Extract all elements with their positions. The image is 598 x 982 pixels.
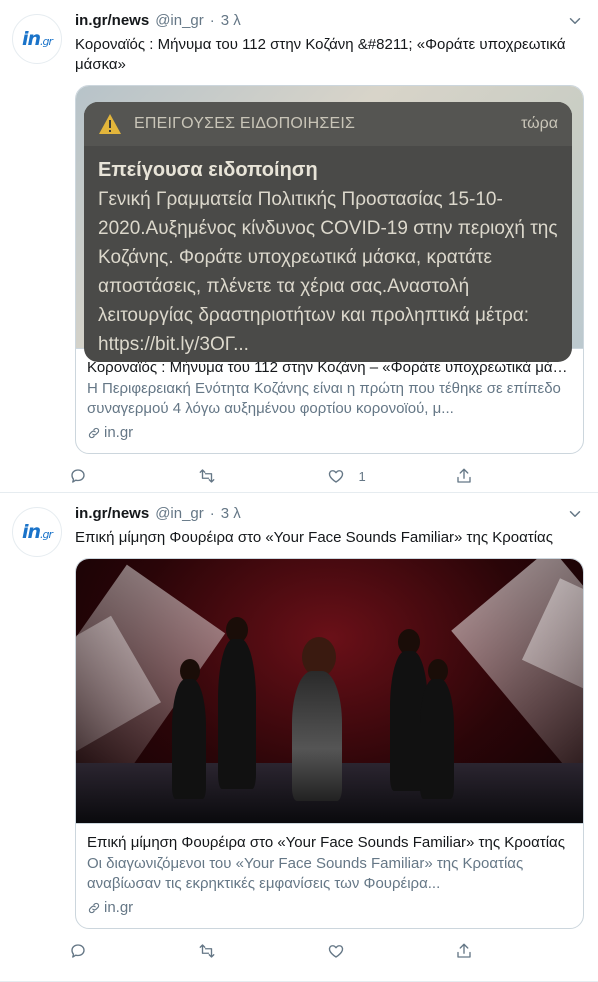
reply-button[interactable] (69, 454, 198, 498)
avatar[interactable]: in.gr (12, 507, 62, 557)
tweet-time[interactable]: 3 λ (221, 505, 241, 522)
dancer (172, 679, 206, 799)
link-card[interactable]: Επική μίμηση Φουρέιρα στο «Your Face Sou… (75, 558, 584, 929)
card-image (76, 559, 583, 823)
author-name[interactable]: in.gr/news (75, 505, 149, 522)
link-icon (88, 427, 100, 439)
card-body: Επική μίμηση Φουρέιρα στο «Your Face Sou… (76, 823, 583, 928)
share-icon (457, 943, 471, 958)
alert-body: Γενική Γραμματεία Πολιτικής Προστασίας 1… (98, 189, 558, 355)
tweet-text: Κοροναϊός : Μήνυμα του 112 στην Κοζάνη &… (75, 36, 566, 73)
avatar[interactable]: in.gr (12, 14, 62, 64)
retweet-icon (199, 944, 215, 958)
share-icon (457, 468, 471, 483)
card-image: ΕΠΕΙΓΟΥΣΕΣ ΕΙΔΟΠΟΙΗΣΕΙΣ τώρα Επείγουσα ε… (76, 86, 583, 362)
link-icon (88, 902, 100, 914)
separator-dot: · (209, 505, 215, 522)
author-handle[interactable]: @in_gr (155, 505, 204, 522)
chevron-down-icon[interactable] (566, 12, 584, 30)
like-button[interactable] (327, 929, 456, 973)
tweet-header: in.gr/news @in_gr · 3 λ (75, 12, 584, 34)
tweet-time[interactable]: 3 λ (221, 12, 241, 29)
card-domain: in.gr (87, 898, 572, 918)
share-button[interactable] (455, 454, 584, 498)
reply-icon (71, 944, 85, 958)
tweet-header: in.gr/news @in_gr · 3 λ (75, 505, 584, 527)
like-count: 1 (358, 468, 366, 484)
retweet-button[interactable] (198, 454, 327, 498)
alert-text: Επείγουσα ειδοποίηση Γενική Γραμματεία Π… (98, 156, 558, 359)
like-icon (328, 945, 343, 958)
card-body: Κοροναϊός : Μήνυμα του 112 στην Κοζάνη –… (76, 348, 583, 453)
author-name[interactable]: in.gr/news (75, 12, 149, 29)
dancer (218, 639, 256, 789)
ingr-logo: in.gr (21, 521, 53, 543)
dancer (420, 679, 454, 799)
tweet-actions: 1 (69, 454, 584, 498)
reply-icon (71, 469, 85, 483)
tweet-text: Επική μίμηση Φουρέιρα στο «Your Face Sou… (75, 529, 553, 546)
warning-icon (99, 114, 121, 134)
tweet-actions (69, 929, 584, 973)
like-button[interactable]: 1 (327, 454, 456, 498)
alert-header-time: τώρα (521, 115, 558, 132)
separator-dot: · (209, 12, 215, 29)
card-title[interactable]: Επική μίμηση Φουρέιρα στο «Your Face Sou… (87, 833, 572, 853)
alert-header: ΕΠΕΙΓΟΥΣΕΣ ΕΙΔΟΠΟΙΗΣΕΙΣ τώρα (84, 102, 572, 146)
tweet[interactable]: in.gr in.gr/news @in_gr · 3 λ Κοροναϊός … (0, 0, 598, 493)
card-domain-text: in.gr (104, 424, 134, 441)
emergency-alert-screenshot: ΕΠΕΙΓΟΥΣΕΣ ΕΙΔΟΠΟΙΗΣΕΙΣ τώρα Επείγουσα ε… (84, 102, 572, 362)
link-card[interactable]: ΕΠΕΙΓΟΥΣΕΣ ΕΙΔΟΠΟΙΗΣΕΙΣ τώρα Επείγουσα ε… (75, 85, 584, 454)
alert-title: Επείγουσα ειδοποίηση (98, 159, 318, 181)
chevron-down-icon[interactable] (566, 505, 584, 523)
reply-button[interactable] (69, 929, 198, 973)
card-description: Η Περιφερειακή Ενότητα Κοζάνης είναι η π… (87, 380, 561, 417)
card-domain: in.gr (87, 423, 572, 443)
share-button[interactable] (455, 929, 584, 973)
retweet-button[interactable] (198, 929, 327, 973)
performer (292, 671, 342, 801)
like-icon (328, 470, 343, 483)
tweet[interactable]: in.gr in.gr/news @in_gr · 3 λ Επική μίμη… (0, 493, 598, 982)
retweet-icon (199, 469, 215, 483)
ingr-logo: in.gr (21, 28, 53, 50)
card-domain-text: in.gr (104, 899, 134, 916)
author-handle[interactable]: @in_gr (155, 12, 204, 29)
alert-header-label: ΕΠΕΙΓΟΥΣΕΣ ΕΙΔΟΠΟΙΗΣΕΙΣ (134, 115, 356, 132)
card-description: Οι διαγωνιζόμενοι του «Your Face Sounds … (87, 855, 524, 892)
